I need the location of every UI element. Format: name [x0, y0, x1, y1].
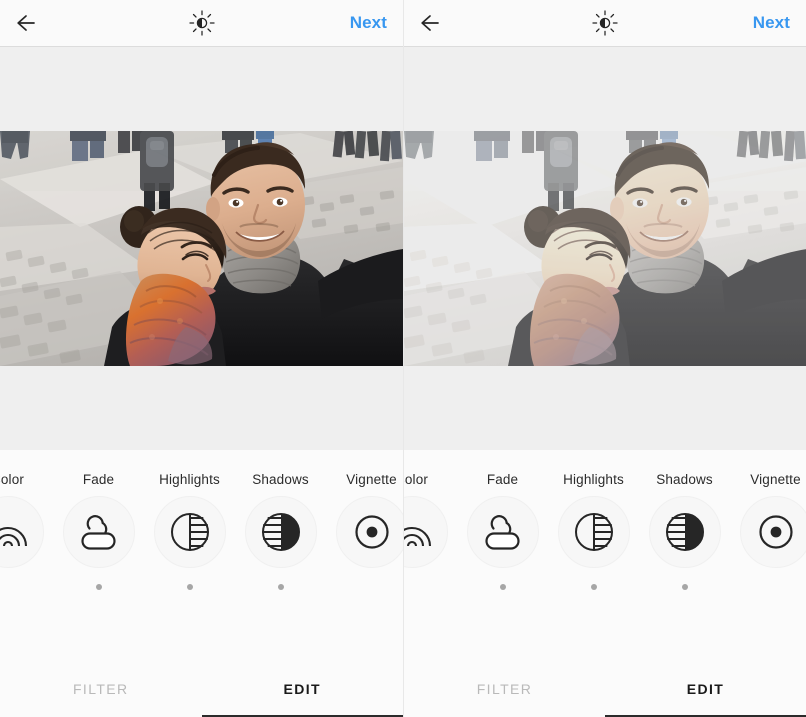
- tool-fade[interactable]: Fade: [457, 450, 548, 590]
- vignette-icon: [350, 510, 394, 554]
- tool-vignette-adjust-dot: [369, 584, 375, 590]
- edit-tools-tray: Color Fade: [0, 450, 403, 665]
- editor-header: Next: [404, 0, 806, 47]
- next-button[interactable]: Next: [751, 11, 792, 35]
- tool-vignette-adjust-dot: [773, 584, 779, 590]
- tool-shadows[interactable]: Shadows: [235, 450, 326, 590]
- tab-filter[interactable]: FILTER: [0, 665, 202, 717]
- rainbow-icon: [0, 510, 30, 554]
- tool-highlights[interactable]: Highlights: [144, 450, 235, 590]
- tool-strip[interactable]: Color Fade: [404, 450, 806, 610]
- brightness-sun-icon: [590, 8, 620, 38]
- brightness-sun-icon: [187, 8, 217, 38]
- rainbow-icon: [404, 510, 434, 554]
- tool-shadows[interactable]: Shadows: [639, 450, 730, 590]
- tool-highlights[interactable]: Highlights: [548, 450, 639, 590]
- tab-edit[interactable]: EDIT: [202, 665, 404, 717]
- arrow-left-icon: [418, 13, 442, 33]
- tab-edit[interactable]: EDIT: [605, 665, 806, 717]
- tool-color-adjust-dot: [5, 584, 11, 590]
- editor-panel-original: Next: [0, 0, 403, 717]
- tool-color-circle: [404, 496, 448, 568]
- tool-strip[interactable]: Color Fade: [0, 450, 403, 610]
- screenshot-root: Next: [0, 0, 806, 717]
- tool-shadows-adjust-dot: [682, 584, 688, 590]
- editor-tabbar: FILTER EDIT: [0, 665, 403, 717]
- back-button[interactable]: [14, 8, 50, 38]
- tool-highlights-circle: [558, 496, 630, 568]
- tool-shadows-adjust-dot: [278, 584, 284, 590]
- tool-color-adjust-dot: [409, 584, 415, 590]
- brightness-button[interactable]: [588, 6, 622, 40]
- tool-color[interactable]: Color: [0, 450, 53, 590]
- shadows-icon: [259, 510, 303, 554]
- arrow-left-icon: [14, 13, 38, 33]
- tool-vignette-circle: [740, 496, 806, 568]
- highlights-icon: [572, 510, 616, 554]
- tool-vignette-circle: [336, 496, 404, 568]
- editor-header: Next: [0, 0, 403, 47]
- tool-fade-circle: [63, 496, 135, 568]
- cloud-icon: [480, 512, 526, 552]
- tool-highlights-adjust-dot: [187, 584, 193, 590]
- tab-filter[interactable]: FILTER: [404, 665, 605, 717]
- tool-highlights-adjust-dot: [591, 584, 597, 590]
- tool-shadows-circle: [245, 496, 317, 568]
- tool-fade-adjust-dot: [500, 584, 506, 590]
- tool-fade[interactable]: Fade: [53, 450, 144, 590]
- tool-color-circle: [0, 496, 44, 568]
- photo-original[interactable]: [0, 131, 403, 366]
- edit-tools-tray: Color Fade: [404, 450, 806, 665]
- tool-vignette[interactable]: Vignette: [326, 450, 403, 590]
- tool-color[interactable]: Color: [404, 450, 457, 590]
- tool-fade-circle: [467, 496, 539, 568]
- photo-frame: [404, 131, 806, 366]
- photo-frame: [0, 131, 403, 366]
- photo-stage: [404, 47, 806, 450]
- photo-edited[interactable]: [404, 131, 806, 366]
- editor-tabbar: FILTER EDIT: [404, 665, 806, 717]
- tool-highlights-circle: [154, 496, 226, 568]
- tool-shadows-circle: [649, 496, 721, 568]
- vignette-icon: [754, 510, 798, 554]
- photo-stage: [0, 47, 403, 450]
- cloud-icon: [76, 512, 122, 552]
- tool-fade-adjust-dot: [96, 584, 102, 590]
- editor-panel-edited: Next: [403, 0, 806, 717]
- highlights-icon: [168, 510, 212, 554]
- next-button[interactable]: Next: [348, 11, 389, 35]
- back-button[interactable]: [418, 8, 454, 38]
- brightness-button[interactable]: [185, 6, 219, 40]
- tool-vignette[interactable]: Vignette: [730, 450, 806, 590]
- shadows-icon: [663, 510, 707, 554]
